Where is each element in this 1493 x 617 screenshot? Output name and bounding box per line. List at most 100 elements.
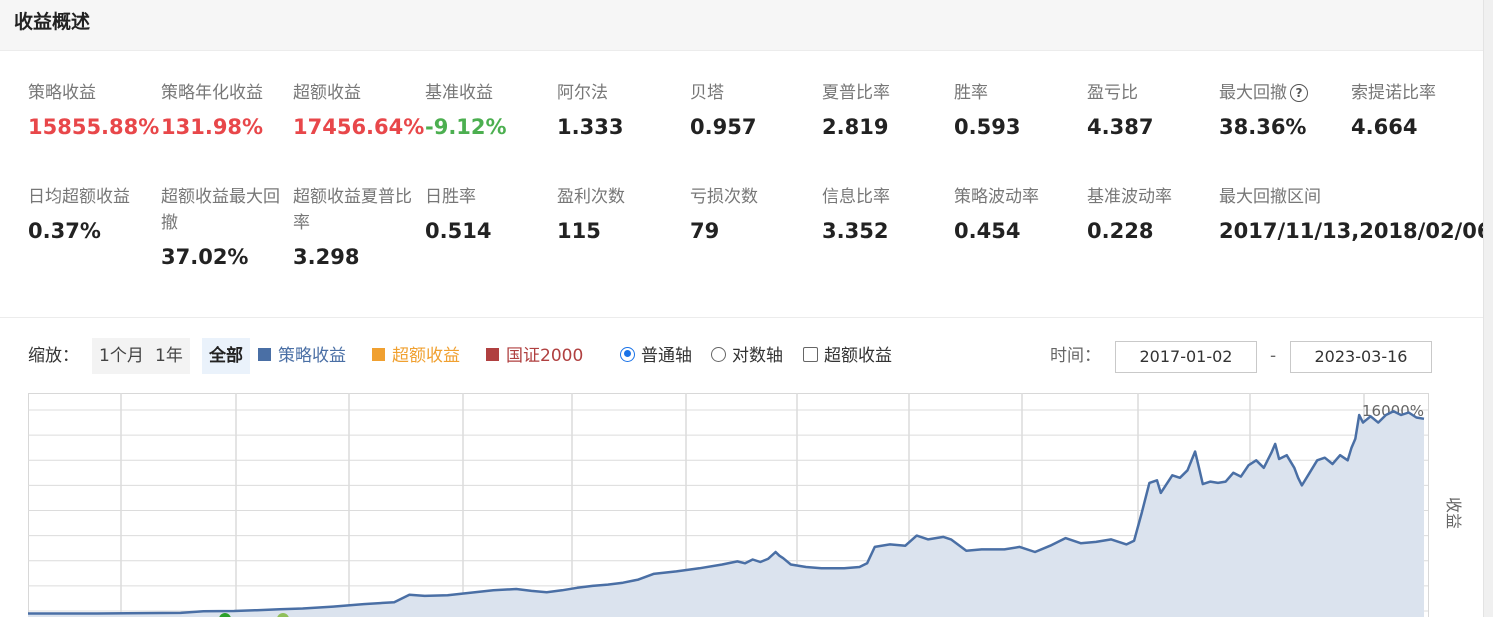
metric-value: 1.333: [557, 115, 624, 139]
radio-log-label: 对数轴: [732, 346, 783, 366]
metric-label-text: 索提诺比率: [1351, 83, 1436, 103]
metric-label: 策略收益: [28, 80, 159, 106]
legend-label-excess: 超额收益: [392, 346, 460, 366]
radio-unchecked-icon[interactable]: [711, 346, 726, 362]
metric-label: 超额收益夏普比率: [293, 184, 421, 236]
metric-label-text: 盈亏比: [1087, 83, 1138, 103]
checkbox-icon[interactable]: [803, 346, 818, 362]
metric-value: 2017/11/13,2018/02/06: [1219, 219, 1483, 243]
metric-label: 阿尔法: [557, 80, 623, 106]
metric-row1-8: 盈亏比 4.387: [1087, 80, 1153, 142]
metric-value: 0.593: [954, 115, 1021, 139]
metric-row2-9: 最大回撤区间 2017/11/13,2018/02/06: [1219, 184, 1483, 246]
metric-label-text: 阿尔法: [557, 83, 608, 103]
metric-label-text: 超额收益夏普比率: [293, 187, 412, 233]
scrollbar-track[interactable]: [1483, 0, 1493, 617]
metrics-panel: 策略收益 15855.88% 策略年化收益 131.98% 超额收益 17456.64% 基…: [0, 50, 1483, 318]
radio-log-axis[interactable]: 对数轴: [711, 338, 783, 374]
metric-label: 策略年化收益: [161, 80, 263, 106]
legend-excess[interactable]: 超额收益: [372, 338, 460, 374]
metric-row1-5: 贝塔 0.957: [690, 80, 756, 142]
metric-value: 4.664: [1351, 115, 1418, 139]
legend-strategy[interactable]: 策略收益: [258, 338, 346, 374]
metric-label-text: 胜率: [954, 83, 988, 103]
metric-row1-10: 索提诺比率 4.664: [1351, 80, 1436, 142]
metric-value: 37.02%: [161, 245, 249, 269]
metric-row1-0: 策略收益 15855.88%: [28, 80, 159, 142]
zoom-label: 缩放：: [28, 346, 79, 366]
checkbox-label: 超额收益: [824, 346, 892, 366]
y-axis-title: 收益: [1444, 497, 1463, 529]
metric-value: 79: [690, 219, 720, 243]
metric-value: 2.819: [822, 115, 889, 139]
metric-value: 15855.88%: [28, 115, 160, 139]
time-label: 时间：: [1050, 346, 1101, 366]
zoom-1-year-button[interactable]: 1年: [148, 338, 190, 374]
date-separator: -: [1270, 346, 1277, 366]
metric-label-text: 最大回撤区间: [1219, 187, 1321, 207]
metric-label-text: 基准波动率: [1087, 187, 1172, 207]
metric-label: 超额收益最大回撤: [161, 184, 289, 236]
legend-swatch-strategy: [258, 347, 271, 361]
metric-label-text: 策略收益: [28, 83, 96, 103]
metric-value: 0.957: [690, 115, 757, 139]
metric-label-text: 亏损次数: [690, 187, 758, 207]
overview-header: 收益概述: [0, 0, 1483, 51]
metric-label: 日均超额收益: [28, 184, 130, 210]
metric-label-text: 超额收益最大回撤: [161, 187, 280, 233]
metric-value: 38.36%: [1219, 115, 1307, 139]
radio-linear-axis[interactable]: 普通轴: [620, 338, 692, 374]
metric-label-text: 盈利次数: [557, 187, 625, 207]
metric-row2-5: 亏损次数 79: [690, 184, 758, 246]
metric-label: 贝塔: [690, 80, 756, 106]
metric-row1-7: 胜率 0.593: [954, 80, 1020, 142]
zoom-1-month-button[interactable]: 1个月: [92, 338, 151, 374]
section-title: 收益概述: [14, 11, 91, 33]
metric-label-text: 日均超额收益: [28, 187, 130, 207]
end-date-input[interactable]: 2023-03-16: [1290, 341, 1432, 373]
metric-label: 日胜率: [425, 184, 491, 210]
metric-row2-4: 盈利次数 115: [557, 184, 625, 246]
metric-label: 最大回撤?: [1219, 80, 1308, 106]
metric-label-text: 信息比率: [822, 187, 890, 207]
metric-value: 0.228: [1087, 219, 1154, 243]
metric-value: 17456.64%: [293, 115, 425, 139]
metric-label: 胜率: [954, 80, 1020, 106]
legend-swatch-excess: [372, 347, 385, 361]
metric-value: 115: [557, 219, 601, 243]
metric-label-text: 策略波动率: [954, 187, 1039, 207]
radio-linear-label: 普通轴: [641, 346, 692, 366]
metric-row1-6: 夏普比率 2.819: [822, 80, 890, 142]
legend-benchmark[interactable]: 国证2000: [486, 338, 583, 374]
metric-row2-7: 策略波动率 0.454: [954, 184, 1039, 246]
metric-label: 信息比率: [822, 184, 890, 210]
metric-row1-4: 阿尔法 1.333: [557, 80, 623, 142]
chart-toolbar: 缩放： 1个月 1年 全部 策略收益 超额收益 国证2000 普通轴 对数轴 超…: [0, 338, 1483, 378]
legend-label-strategy: 策略收益: [278, 346, 346, 366]
returns-chart[interactable]: 16000%14000%12000%10000%8000%6000%4000%2…: [28, 393, 1470, 617]
metric-label: 最大回撤区间: [1219, 184, 1483, 210]
metric-row1-2: 超额收益 17456.64%: [293, 80, 424, 142]
metric-label-text: 贝塔: [690, 83, 724, 103]
radio-checked-icon[interactable]: [620, 346, 635, 362]
metric-label: 亏损次数: [690, 184, 758, 210]
metric-label: 超额收益: [293, 80, 424, 106]
metric-row2-6: 信息比率 3.352: [822, 184, 890, 246]
metric-row1-9: 最大回撤? 38.36%: [1219, 80, 1308, 142]
metric-label: 基准收益: [425, 80, 507, 106]
zoom-all-button[interactable]: 全部: [202, 338, 250, 374]
metric-label: 盈亏比: [1087, 80, 1153, 106]
question-circle-icon[interactable]: ?: [1290, 84, 1308, 102]
metric-value: 4.387: [1087, 115, 1154, 139]
metric-value: 0.37%: [28, 219, 101, 243]
metric-label-text: 日胜率: [425, 187, 476, 207]
metric-label: 基准波动率: [1087, 184, 1172, 210]
metric-value: -9.12%: [425, 115, 507, 139]
metric-value: 0.514: [425, 219, 492, 243]
metric-value: 3.352: [822, 219, 889, 243]
legend-swatch-benchmark: [486, 347, 499, 361]
legend-label-benchmark: 国证2000: [506, 346, 584, 366]
start-date-input[interactable]: 2017-01-02: [1115, 341, 1257, 373]
metric-label: 盈利次数: [557, 184, 625, 210]
excess-return-checkbox[interactable]: 超额收益: [803, 338, 892, 374]
